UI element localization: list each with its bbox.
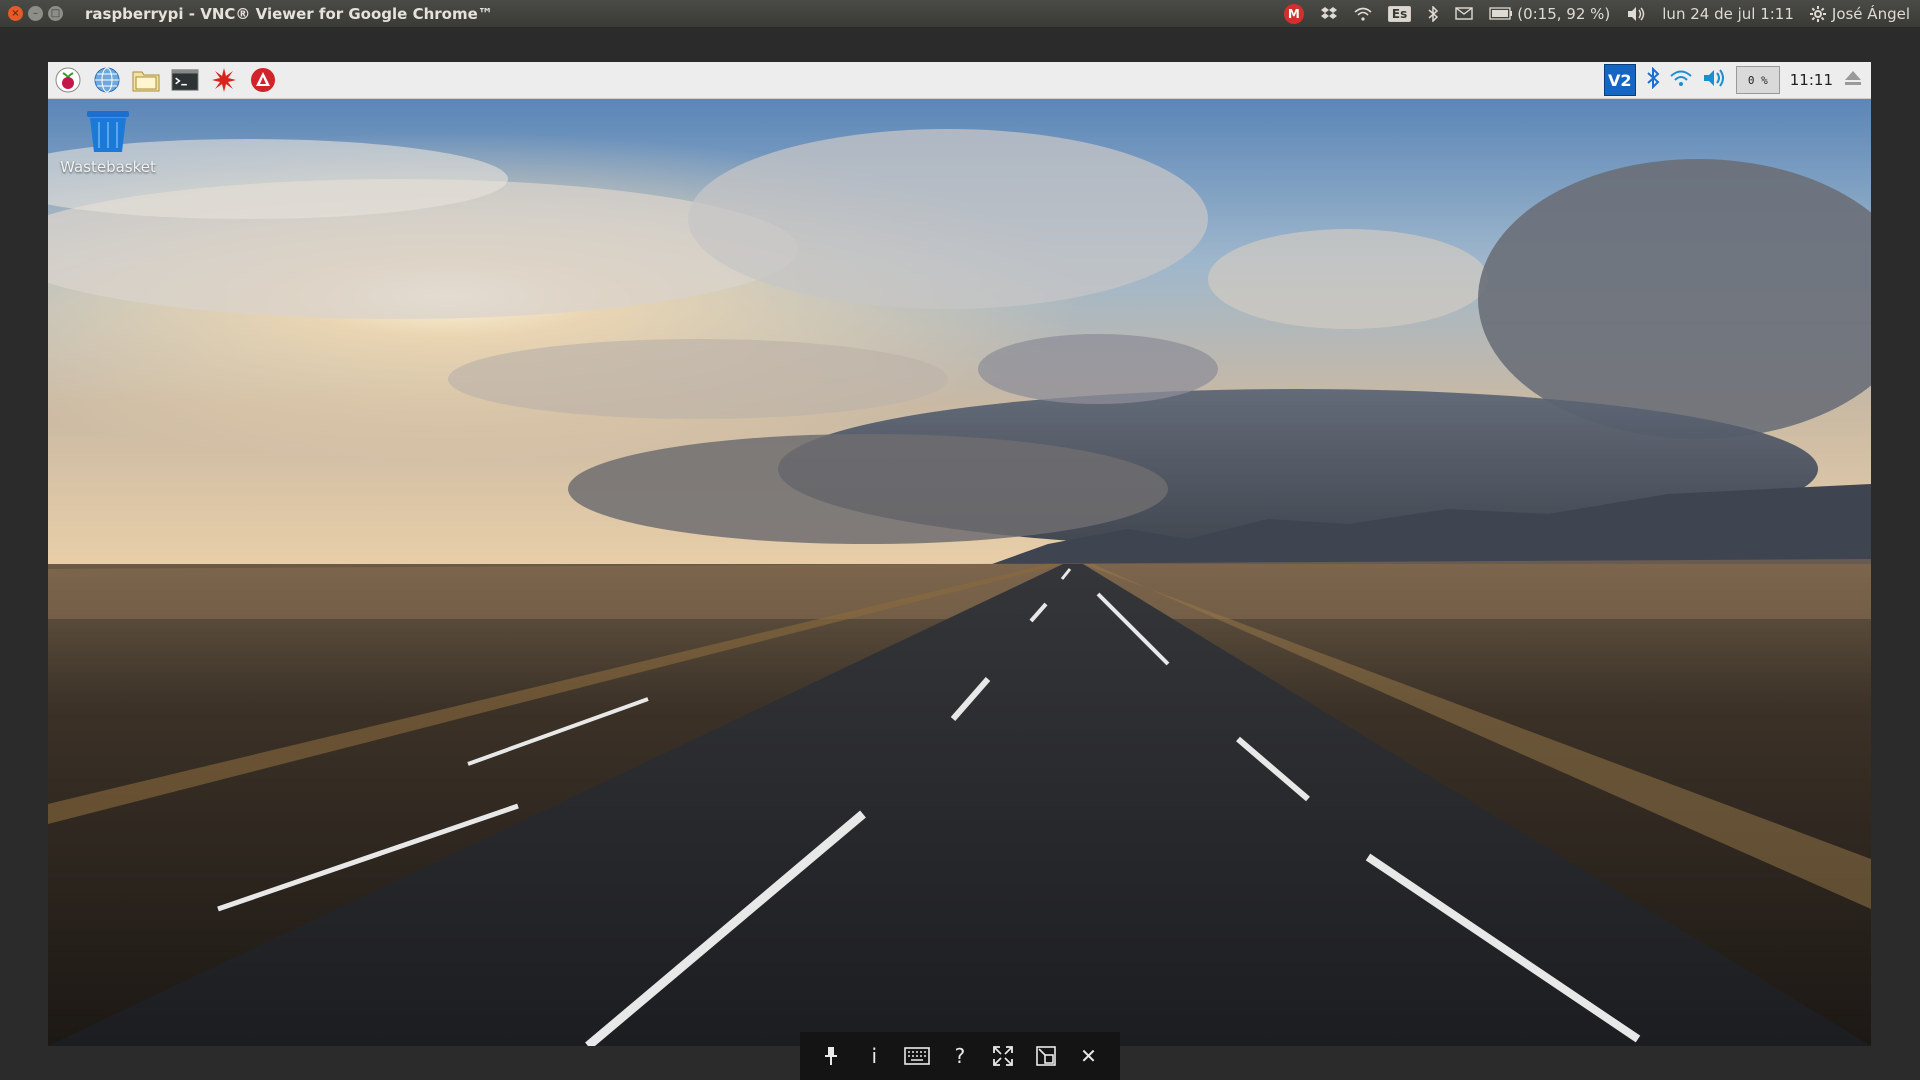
raspberry-pi-panel: V2 0 % 11:11 — [48, 62, 1871, 99]
minimize-glyph: – — [33, 7, 38, 19]
pin-icon — [825, 1047, 838, 1065]
wolfram-icon[interactable] — [249, 66, 277, 94]
vnc-viewer-toolbar: i ? ✕ — [800, 1032, 1120, 1080]
close-glyph: × — [11, 7, 20, 19]
scale-icon — [1035, 1046, 1056, 1066]
window-title: raspberrypi - VNC® Viewer for Google Chr… — [85, 4, 493, 23]
eject-icon[interactable] — [1843, 69, 1863, 91]
cpu-usage: 0 % — [1747, 73, 1768, 87]
indicator-area: M Es (0:15, 92 %) lun 24 de jul 1:11 Jos… — [1283, 3, 1920, 24]
maximize-glyph: □ — [50, 7, 61, 19]
keyboard-button[interactable] — [902, 1041, 932, 1071]
date-time: lun 24 de jul 1:11 — [1662, 4, 1794, 23]
keyboard-icon — [904, 1047, 930, 1065]
bluetooth-icon — [1428, 5, 1439, 22]
pin-toolbar-button[interactable] — [816, 1041, 846, 1071]
window-minimize-button[interactable]: – — [28, 6, 43, 21]
keyboard-layout-indicator[interactable]: Es — [1387, 5, 1412, 22]
disconnect-button[interactable]: ✕ — [1073, 1041, 1103, 1071]
info-button[interactable]: i — [859, 1041, 889, 1071]
session-indicator[interactable]: José Ángel — [1809, 4, 1910, 23]
desktop-wallpaper — [48, 99, 1871, 1046]
window-controls: × – □ — [8, 6, 63, 21]
bluetooth-indicator[interactable] — [1427, 5, 1439, 22]
help-icon: ? — [954, 1044, 966, 1068]
help-button[interactable]: ? — [945, 1041, 975, 1071]
fullscreen-icon — [992, 1046, 1013, 1066]
terminal-icon[interactable] — [171, 66, 199, 94]
vnc-remote-screen[interactable]: V2 0 % 11:11 Wastebasket — [48, 62, 1871, 1046]
scale-button[interactable] — [1031, 1041, 1061, 1071]
close-icon: ✕ — [1080, 1044, 1097, 1068]
pi-wifi-icon[interactable] — [1670, 69, 1692, 91]
pi-desktop[interactable]: Wastebasket — [48, 99, 1871, 1046]
gmail-icon: M — [1283, 3, 1304, 24]
vnc-tray-label: V2 — [1608, 70, 1632, 90]
window-maximize-button[interactable]: □ — [48, 6, 63, 21]
pi-volume-icon[interactable] — [1702, 68, 1726, 92]
pi-bluetooth-icon[interactable] — [1646, 66, 1660, 93]
fullscreen-button[interactable] — [988, 1041, 1018, 1071]
battery-indicator[interactable]: (0:15, 92 %) — [1489, 5, 1610, 23]
trash-icon — [87, 111, 129, 152]
launcher-bar — [54, 66, 277, 94]
keyboard-layout: Es — [1387, 5, 1412, 22]
battery-icon — [1489, 7, 1513, 20]
battery-status: (0:15, 92 %) — [1517, 4, 1611, 23]
pi-clock[interactable]: 11:11 — [1790, 71, 1833, 89]
dropbox-indicator[interactable] — [1320, 6, 1338, 22]
datetime-indicator[interactable]: lun 24 de jul 1:11 — [1662, 5, 1794, 23]
envelope-icon — [1455, 7, 1473, 20]
info-icon: i — [871, 1044, 878, 1068]
wifi-indicator[interactable] — [1354, 7, 1372, 21]
file-manager-icon[interactable] — [132, 66, 160, 94]
window-close-button[interactable]: × — [8, 6, 23, 21]
wifi-icon — [1354, 7, 1372, 21]
raspberry-menu-icon[interactable] — [54, 66, 82, 94]
ubuntu-top-panel: × – □ raspberrypi - VNC® Viewer for Goog… — [0, 0, 1920, 27]
mathematica-icon[interactable] — [210, 66, 238, 94]
cpu-usage-monitor[interactable]: 0 % — [1735, 66, 1780, 94]
web-browser-icon[interactable] — [93, 66, 121, 94]
dropbox-icon — [1320, 6, 1337, 19]
desktop-icon-label: Wastebasket — [60, 158, 156, 176]
desktop-icon-wastebasket[interactable]: Wastebasket — [58, 109, 158, 176]
vnc-server-tray-icon[interactable]: V2 — [1603, 64, 1636, 96]
volume-icon — [1628, 6, 1645, 21]
gear-icon — [1809, 5, 1826, 22]
pi-tray: V2 0 % 11:11 — [1603, 64, 1871, 96]
volume-indicator[interactable] — [1626, 6, 1646, 22]
mail-indicator[interactable] — [1455, 7, 1473, 20]
user-name: José Ángel — [1831, 4, 1910, 23]
gmail-indicator[interactable]: M — [1283, 3, 1304, 24]
